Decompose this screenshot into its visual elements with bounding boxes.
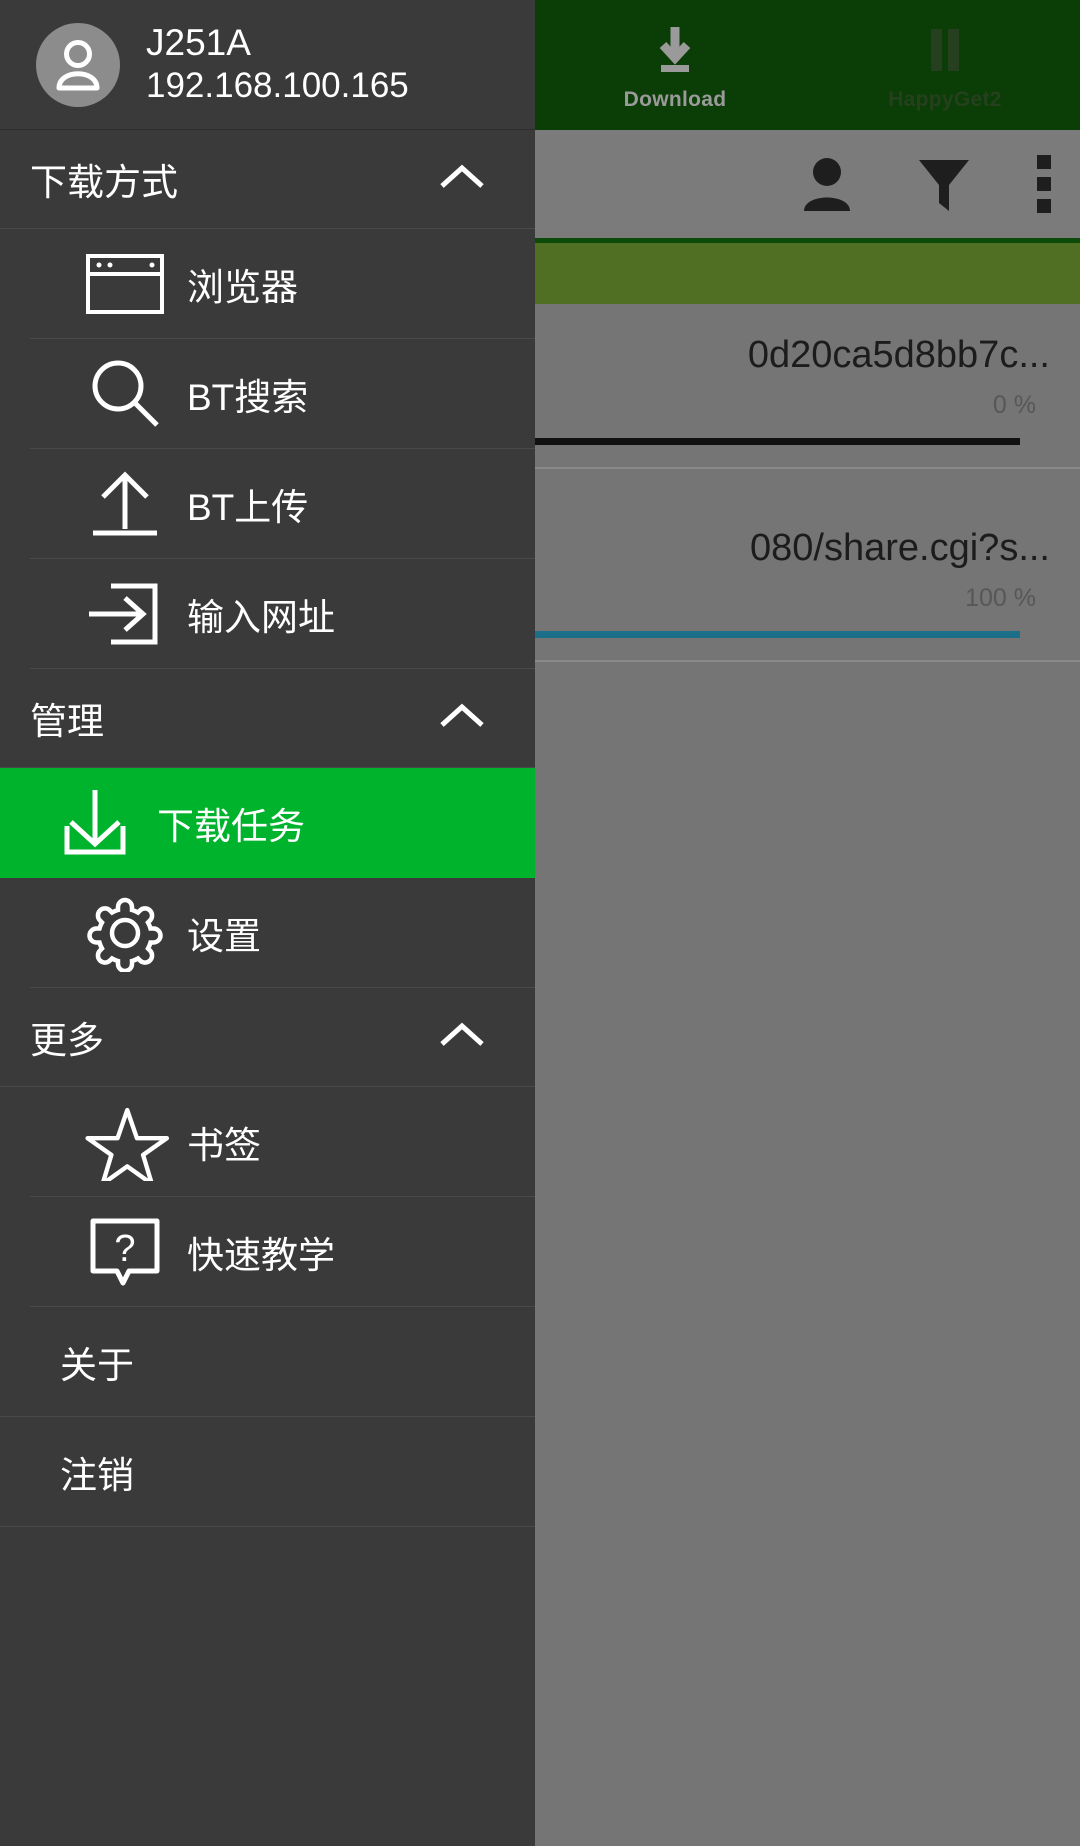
logout-inner: 注销 [60, 1445, 535, 1499]
upload-arrow-icon [85, 467, 169, 541]
sidebar-item-browser[interactable]: 浏览器 [30, 229, 535, 339]
sidebar-item-enter-url[interactable]: 输入网址 [30, 559, 535, 669]
sidebar-item-bookmarks[interactable]: 书签 [30, 1087, 535, 1197]
avatar [36, 22, 120, 107]
chevron-up-icon [439, 1022, 485, 1053]
profile-text: J251A 192.168.100.165 [146, 22, 409, 107]
section-header-more[interactable]: 更多 [0, 988, 535, 1087]
sidebar-item-label: 快速教学 [187, 1234, 335, 1276]
search-magnifier-icon [85, 357, 169, 431]
app-root: Download HappyGet2 0d20ca5d8bb7c... 0 % … [0, 0, 1080, 1846]
tab-download-active[interactable]: Download [540, 0, 810, 130]
pause-bars-icon [923, 25, 967, 80]
sidebar-item-label: 关于 [60, 1344, 134, 1386]
chevron-up-icon [439, 164, 485, 195]
sidebar-item-about[interactable]: 关于 [0, 1307, 535, 1417]
tab-happyget2-label: HappyGet2 [888, 88, 1002, 111]
tab-download-label: Download [623, 88, 727, 111]
download-arrow-icon [653, 25, 697, 80]
filter-funnel-icon[interactable] [916, 155, 972, 213]
download-tray-icon [55, 786, 139, 860]
sidebar-item-bt-search[interactable]: BT搜索 [30, 339, 535, 449]
section-header-management[interactable]: 管理 [0, 669, 535, 768]
sidebar-item-quick-tutorial[interactable]: ? 快速教学 [30, 1197, 535, 1307]
sidebar-item-label: 浏览器 [187, 266, 298, 308]
sidebar-item-bt-upload[interactable]: BT上传 [30, 449, 535, 559]
chevron-up-icon [439, 703, 485, 734]
sidebar-item-label: 书签 [187, 1124, 261, 1166]
section-title: 更多 [30, 1020, 104, 1061]
about-inner: 关于 [60, 1335, 535, 1389]
svg-text:?: ? [114, 1228, 135, 1270]
browser-window-icon [85, 252, 169, 316]
sidebar-item-label: 设置 [187, 915, 261, 957]
sidebar-item-label: 注销 [60, 1454, 134, 1496]
sidebar-item-settings[interactable]: 设置 [30, 878, 535, 988]
section-title: 下载方式 [30, 162, 178, 203]
sidebar-item-logout[interactable]: 注销 [0, 1417, 535, 1527]
section-header-download-method[interactable]: 下载方式 [0, 130, 535, 229]
question-bubble-icon: ? [85, 1215, 169, 1289]
profile-ip: 192.168.100.165 [146, 65, 409, 105]
gear-icon [85, 894, 169, 972]
drawer-profile-header[interactable]: J251A 192.168.100.165 [0, 0, 535, 130]
tab-happyget2[interactable]: HappyGet2 [810, 0, 1080, 130]
sidebar-item-label: 输入网址 [187, 596, 335, 638]
star-outline-icon [85, 1103, 169, 1181]
sidebar-item-label: BT搜索 [187, 376, 309, 418]
enter-url-icon [85, 578, 169, 650]
navigation-drawer: J251A 192.168.100.165 下载方式 浏览器 BT搜索 BT上传… [0, 0, 535, 1846]
sidebar-item-download-tasks[interactable]: 下载任务 [0, 768, 535, 878]
overflow-menu-icon[interactable] [1034, 153, 1054, 215]
section-title: 管理 [30, 701, 104, 742]
person-icon[interactable] [800, 155, 854, 213]
profile-name: J251A [146, 22, 251, 64]
sidebar-item-label: BT上传 [187, 486, 309, 528]
sidebar-item-label: 下载任务 [157, 806, 305, 847]
